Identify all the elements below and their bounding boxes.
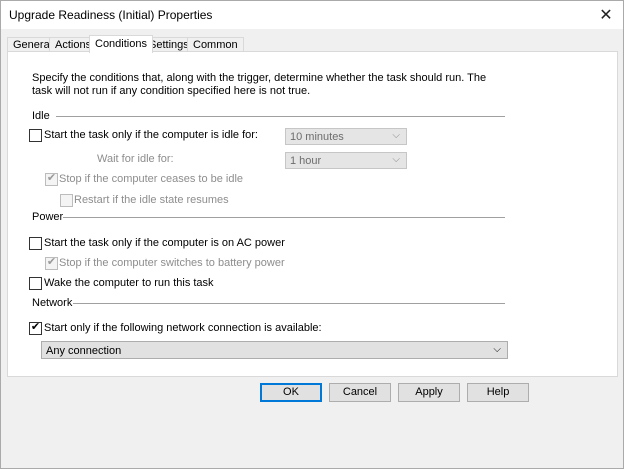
require-network-label: Start only if the following network conn… xyxy=(44,322,322,334)
apply-button[interactable]: Apply xyxy=(398,383,460,402)
close-button[interactable]: ✕ xyxy=(589,1,623,29)
network-connection-dropdown[interactable]: Any connection ⌵ xyxy=(41,341,508,359)
power-separator xyxy=(63,217,505,218)
stop-if-not-idle-label: Stop if the computer ceases to be idle xyxy=(59,173,244,185)
stop-if-not-idle-checkbox[interactable]: ✔ xyxy=(45,172,58,186)
properties-dialog: Upgrade Readiness (Initial) Properties ✕… xyxy=(0,0,624,469)
power-group-label: Power xyxy=(32,211,64,223)
title-bar[interactable]: Upgrade Readiness (Initial) Properties ✕ xyxy=(1,1,623,29)
wake-computer-label: Wake the computer to run this task xyxy=(44,277,214,289)
idle-duration-dropdown[interactable]: 10 minutes ⌵ xyxy=(285,128,407,145)
window-title: Upgrade Readiness (Initial) Properties xyxy=(9,8,213,22)
chevron-down-icon: ⌵ xyxy=(392,154,400,165)
description-text: Specify the conditions that, along with … xyxy=(32,72,487,97)
stop-on-battery-checkbox[interactable]: ✔ xyxy=(45,256,58,270)
help-button[interactable]: Help xyxy=(467,383,529,402)
checkmark-icon: ✔ xyxy=(46,172,57,184)
chevron-down-icon: ⌵ xyxy=(392,130,400,141)
wait-for-idle-dropdown[interactable]: 1 hour ⌵ xyxy=(285,152,407,169)
network-separator xyxy=(73,303,505,304)
stop-on-battery-label: Stop if the computer switches to battery… xyxy=(59,257,285,269)
conditions-panel: Specify the conditions that, along with … xyxy=(7,51,618,377)
wait-for-idle-value: 1 hour xyxy=(290,155,322,167)
ac-power-label: Start the task only if the computer is o… xyxy=(44,237,285,249)
checkmark-icon: ✔ xyxy=(46,256,57,268)
restart-if-idle-label: Restart if the idle state resumes xyxy=(74,194,229,206)
start-if-idle-label: Start the task only if the computer is i… xyxy=(44,129,258,141)
require-network-checkbox[interactable]: ✔ xyxy=(29,321,42,335)
ac-power-checkbox[interactable] xyxy=(29,237,42,250)
tab-common[interactable]: Common xyxy=(187,37,244,52)
network-connection-value: Any connection xyxy=(46,345,122,357)
idle-duration-value: 10 minutes xyxy=(290,131,344,143)
idle-separator xyxy=(56,116,505,117)
wait-for-idle-label: Wait for idle for: xyxy=(97,153,174,165)
tab-conditions[interactable]: Conditions xyxy=(89,35,153,53)
ok-button[interactable]: OK xyxy=(260,383,322,402)
checkmark-icon: ✔ xyxy=(30,321,41,333)
close-icon: ✕ xyxy=(599,7,613,24)
chevron-down-icon: ⌵ xyxy=(493,344,501,355)
network-group-label: Network xyxy=(32,297,73,309)
cancel-button[interactable]: Cancel xyxy=(329,383,391,402)
start-if-idle-checkbox[interactable] xyxy=(29,129,42,142)
idle-group-label: Idle xyxy=(32,110,50,122)
wake-computer-checkbox[interactable] xyxy=(29,277,42,290)
restart-if-idle-checkbox[interactable] xyxy=(60,194,73,207)
